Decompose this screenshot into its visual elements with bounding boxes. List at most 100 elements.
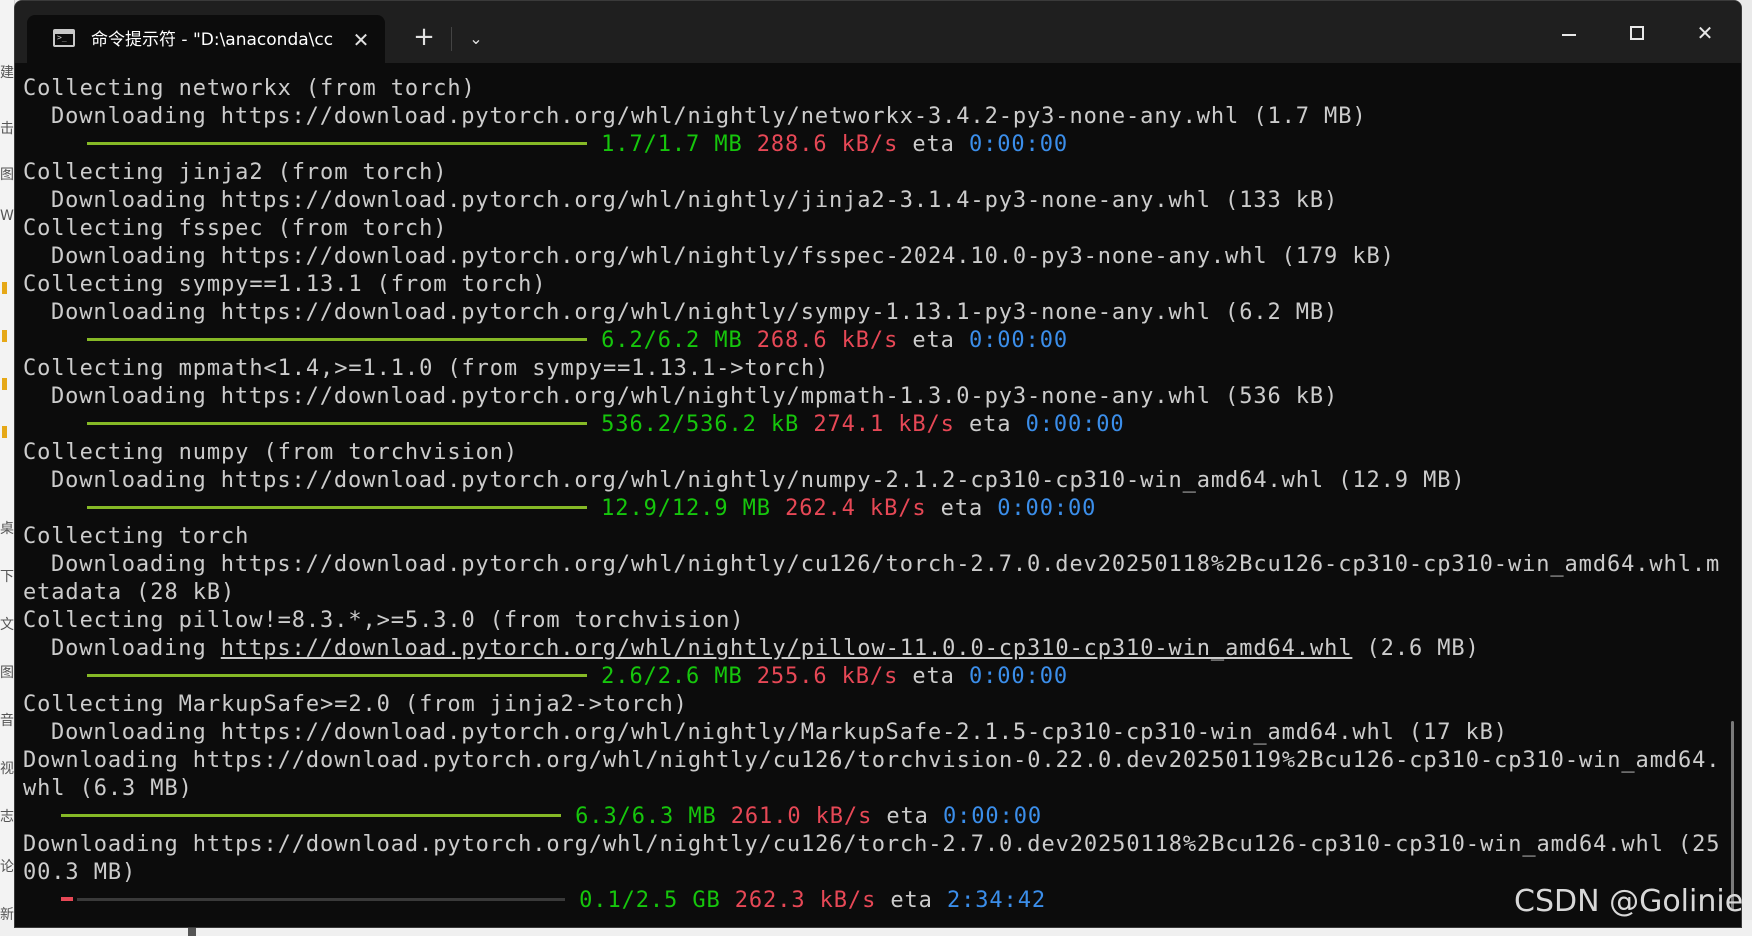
eta-label: eta xyxy=(968,412,1012,437)
progress-size: 6.3/6.3 MB xyxy=(575,804,717,829)
console-line: Collecting jinja2 (from torch) xyxy=(23,160,448,185)
progress-size: 536.2/536.2 kB xyxy=(601,412,800,437)
bg-glyph: 桌 xyxy=(0,521,14,537)
tab-divider xyxy=(451,27,452,51)
progress-eta: 0:00:00 xyxy=(968,132,1068,157)
console-output[interactable]: Collecting networkx (from torch) Downloa… xyxy=(23,75,1723,921)
progress-size: 2.6/2.6 MB xyxy=(601,664,743,689)
tab-title: 命令提示符 - "D:\anaconda\cc xyxy=(91,30,334,50)
console-line: Downloading https://download.pytorch.org… xyxy=(23,748,1721,773)
bg-glyph: 视 xyxy=(0,761,14,777)
progress-line: 6.2/6.2 MB 268.6 kB/s eta 0:00:00 xyxy=(23,327,1723,355)
eta-label: eta xyxy=(912,664,955,689)
bg-glyph: 志 xyxy=(0,809,14,825)
progress-eta: 0:00:00 xyxy=(942,804,1042,829)
progress-line: 1.7/1.7 MB 288.6 kB/s eta 0:00:00 xyxy=(23,131,1723,159)
maximize-button[interactable] xyxy=(1607,13,1667,53)
console-line: 00.3 MB) xyxy=(23,860,137,885)
console-line: Collecting fsspec (from torch) xyxy=(23,216,448,241)
progress-bar xyxy=(61,813,561,817)
progress-eta: 0:00:00 xyxy=(1025,412,1125,437)
console-line: Collecting mpmath<1.4,>=1.1.0 (from symp… xyxy=(23,356,830,381)
title-bar[interactable]: 命令提示符 - "D:\anaconda\cc ✕ + ⌄ ✕ xyxy=(15,1,1741,63)
progress-speed: 262.3 kB/s xyxy=(734,888,877,913)
download-link[interactable]: https://download.pytorch.org/whl/nightly… xyxy=(221,636,1353,661)
progress-bar xyxy=(87,505,587,509)
download-size: (2.6 MB) xyxy=(1366,636,1480,661)
bg-glyph: 图 xyxy=(0,167,14,183)
console-line: Collecting networkx (from torch) xyxy=(23,76,476,101)
background-app-strip: 建 击 图 W 桌 下 文 图 音 视 志 论 新 xyxy=(0,0,15,936)
console-line: Downloading https://download.pytorch.org… xyxy=(51,188,1339,213)
bg-marker xyxy=(2,426,7,438)
bg-glyph: 图 xyxy=(0,665,14,681)
progress-speed: 261.0 kB/s xyxy=(730,804,873,829)
progress-line: 536.2/536.2 kB 274.1 kB/s eta 0:00:00 xyxy=(23,411,1723,439)
console-line: Downloading https://download.pytorch.org… xyxy=(51,104,1367,129)
progress-bar xyxy=(87,673,587,677)
progress-line: 2.6/2.6 MB 255.6 kB/s eta 0:00:00 xyxy=(23,663,1723,691)
progress-bar xyxy=(87,421,587,425)
bg-marker xyxy=(2,330,7,342)
progress-speed: 288.6 kB/s xyxy=(756,132,899,157)
bg-glyph: 文 xyxy=(0,617,14,633)
progress-bar-track xyxy=(77,897,565,901)
console-line: Downloading https://download.pytorch.org… xyxy=(51,384,1339,409)
console-line: Collecting numpy (from torchvision) xyxy=(23,440,519,465)
bg-glyph: 音 xyxy=(0,713,14,729)
minimize-button[interactable] xyxy=(1539,13,1599,53)
progress-line: 12.9/12.9 MB 262.4 kB/s eta 0:00:00 xyxy=(23,495,1723,523)
console-line: Downloading https://download.pytorch.org… xyxy=(51,468,1466,493)
console-line: Downloading https://download.pytorch.org… xyxy=(23,635,1723,663)
eta-label: eta xyxy=(886,804,929,829)
console-line: Downloading https://download.pytorch.org… xyxy=(23,832,1721,857)
progress-bar-active xyxy=(61,897,73,901)
eta-label: eta xyxy=(912,132,955,157)
watermark: CSDN @Golinie xyxy=(1514,884,1744,919)
progress-size: 1.7/1.7 MB xyxy=(601,132,743,157)
progress-line: 6.3/6.3 MB 261.0 kB/s eta 0:00:00 xyxy=(23,803,1723,831)
tab-command-prompt[interactable]: 命令提示符 - "D:\anaconda\cc ✕ xyxy=(27,15,385,63)
progress-eta: 0:00:00 xyxy=(997,496,1097,521)
progress-bar xyxy=(87,141,587,145)
console-line: etadata (28 kB) xyxy=(23,580,236,605)
progress-bar xyxy=(87,337,587,341)
console-line: Downloading https://download.pytorch.org… xyxy=(51,244,1395,269)
eta-label: eta xyxy=(912,328,955,353)
new-tab-button[interactable]: + xyxy=(405,21,443,55)
download-prefix: Downloading xyxy=(51,636,207,661)
bg-marker xyxy=(2,282,7,294)
terminal-icon xyxy=(53,29,75,47)
progress-eta: 0:00:00 xyxy=(968,664,1068,689)
chevron-down-icon[interactable]: ⌄ xyxy=(461,23,491,55)
console-line: whl (6.3 MB) xyxy=(23,776,193,801)
console-line: Downloading https://download.pytorch.org… xyxy=(51,720,1508,745)
minimize-icon xyxy=(1562,33,1576,36)
progress-size: 0.1/2.5 GB xyxy=(579,888,721,913)
eta-label: eta xyxy=(890,888,933,913)
progress-speed: 255.6 kB/s xyxy=(756,664,899,689)
console-line: Collecting MarkupSafe>=2.0 (from jinja2-… xyxy=(23,692,688,717)
console-line: Collecting torch xyxy=(23,524,250,549)
eta-label: eta xyxy=(940,496,984,521)
console-line: Downloading https://download.pytorch.org… xyxy=(51,300,1339,325)
progress-size: 12.9/12.9 MB xyxy=(601,496,771,521)
progress-speed: 268.6 kB/s xyxy=(756,328,899,353)
close-window-button[interactable]: ✕ xyxy=(1675,13,1735,53)
progress-eta: 0:00:00 xyxy=(968,328,1068,353)
console-line: Collecting pillow!=8.3.*,>=5.3.0 (from t… xyxy=(23,608,745,633)
bg-glyph: 击 xyxy=(0,121,14,137)
bg-glyph: 论 xyxy=(0,859,14,875)
bg-glyph: 下 xyxy=(0,569,14,585)
progress-speed: 274.1 kB/s xyxy=(813,412,955,437)
terminal-window: 命令提示符 - "D:\anaconda\cc ✕ + ⌄ ✕ Collecti… xyxy=(14,0,1742,928)
bg-glyph: 建 xyxy=(0,65,14,81)
close-tab-button[interactable]: ✕ xyxy=(347,27,375,53)
progress-size: 6.2/6.2 MB xyxy=(601,328,743,353)
bg-glyph: W xyxy=(0,208,14,224)
console-line: Collecting sympy==1.13.1 (from torch) xyxy=(23,272,547,297)
console-line: Downloading https://download.pytorch.org… xyxy=(51,552,1721,577)
progress-speed: 262.4 kB/s xyxy=(785,496,927,521)
scrollbar-thumb[interactable] xyxy=(1731,721,1734,911)
maximize-icon xyxy=(1630,25,1644,40)
